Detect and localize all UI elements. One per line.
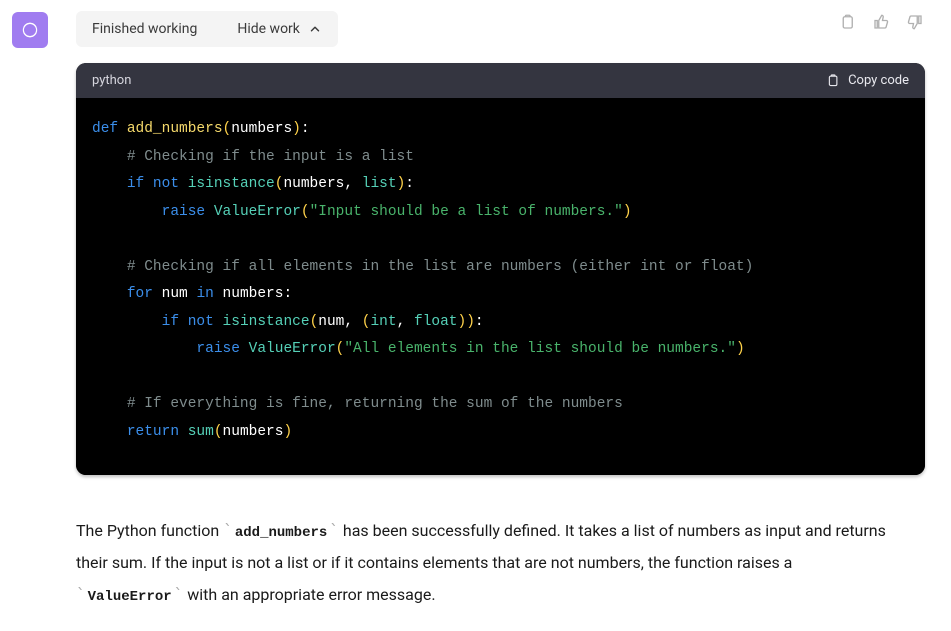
thumbs-up-icon xyxy=(872,13,890,31)
inline-code: ValueError xyxy=(86,589,174,605)
code-header: python Copy code xyxy=(76,63,925,98)
hide-work-toggle[interactable]: Hide work xyxy=(237,21,322,37)
thumbs-up-button[interactable] xyxy=(871,12,891,32)
explanation-paragraph: The Python function `add_numbers` has be… xyxy=(76,515,925,611)
code-content: def add_numbers(numbers): # Checking if … xyxy=(92,116,909,447)
clipboard-icon xyxy=(838,13,856,31)
copy-message-button[interactable] xyxy=(837,12,857,32)
code-body[interactable]: def add_numbers(numbers): # Checking if … xyxy=(76,98,925,475)
chatgpt-logo-icon xyxy=(19,19,41,41)
assistant-avatar xyxy=(12,12,48,48)
copy-code-button[interactable]: Copy code xyxy=(825,73,909,88)
copy-code-label: Copy code xyxy=(848,73,909,88)
hide-work-label: Hide work xyxy=(237,21,300,37)
thumbs-down-icon xyxy=(906,13,924,31)
clipboard-icon xyxy=(825,73,840,88)
thumbs-down-button[interactable] xyxy=(905,12,925,32)
code-block: python Copy code def add_numbers(numbers… xyxy=(76,63,925,475)
working-status-bar: Finished working Hide work xyxy=(76,11,338,47)
chevron-up-icon xyxy=(308,22,322,36)
status-label: Finished working xyxy=(92,21,197,37)
code-language-label: python xyxy=(92,73,131,88)
inline-code: add_numbers xyxy=(233,525,329,541)
